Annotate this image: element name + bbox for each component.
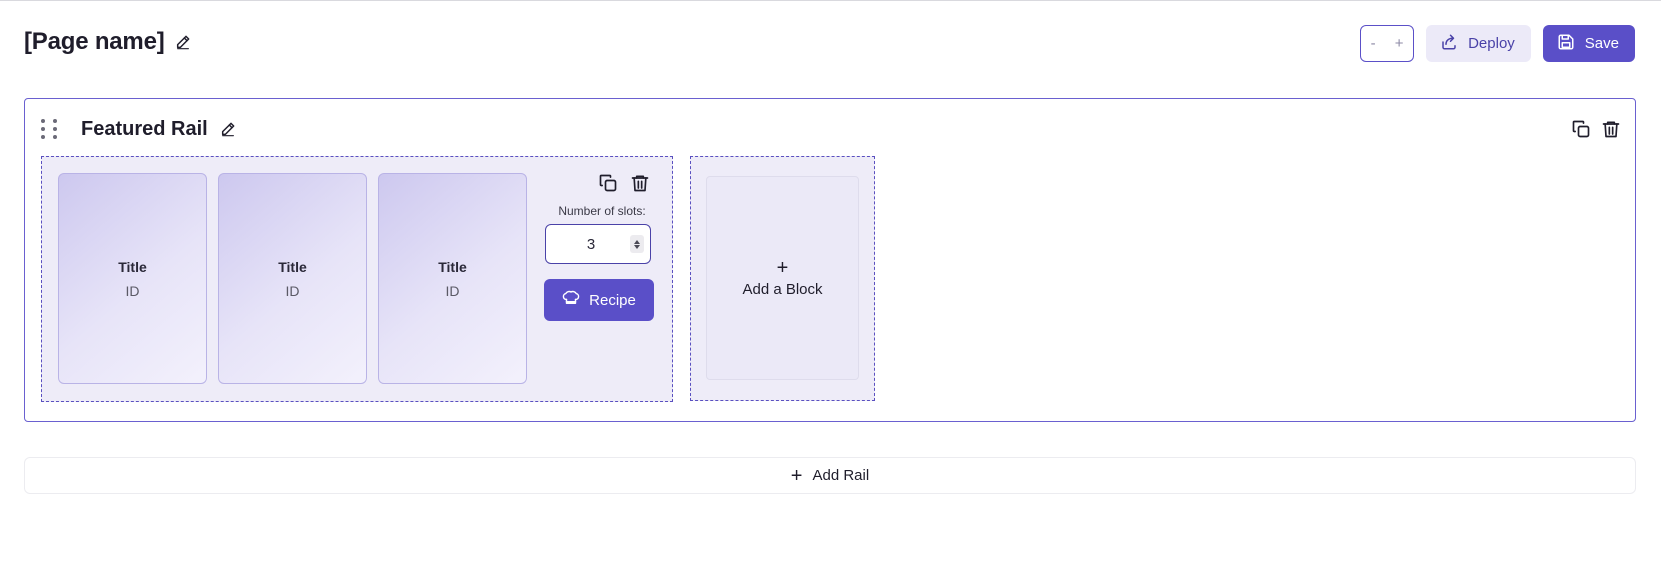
slot-card[interactable]: Title ID bbox=[218, 173, 367, 384]
delete-rail-trash-icon[interactable] bbox=[1601, 119, 1621, 139]
rail-header: Featured Rail bbox=[41, 117, 236, 141]
deploy-button[interactable]: Deploy bbox=[1426, 25, 1531, 62]
add-rail-label: Add Rail bbox=[812, 467, 870, 484]
add-rail-button[interactable]: + Add Rail bbox=[24, 457, 1636, 494]
duplicate-rail-copy-icon[interactable] bbox=[1571, 119, 1591, 139]
delete-block-trash-icon[interactable] bbox=[630, 173, 650, 193]
slot-card[interactable]: Title ID bbox=[378, 173, 527, 384]
slot-id: ID bbox=[285, 282, 300, 299]
chef-hat-icon bbox=[562, 289, 580, 311]
decrement-arrow-icon[interactable] bbox=[634, 244, 640, 249]
toolbar: - + Deploy Save bbox=[1360, 25, 1635, 62]
rail-block: Title ID Title ID Title ID Number of slo… bbox=[41, 156, 673, 402]
add-block-button[interactable]: + Add a Block bbox=[706, 176, 859, 380]
zoom-control: - + bbox=[1360, 25, 1415, 62]
add-block-label: Add a Block bbox=[742, 280, 823, 298]
featured-rail: Featured Rail Title ID Title ID Title ID bbox=[24, 98, 1636, 422]
slot-list: Title ID Title ID Title ID bbox=[58, 173, 527, 384]
zoom-in-button[interactable]: + bbox=[1391, 35, 1408, 52]
save-label: Save bbox=[1584, 35, 1619, 52]
edit-rail-name-pencil-icon[interactable] bbox=[220, 121, 236, 137]
slot-title: Title bbox=[438, 258, 467, 275]
slot-title: Title bbox=[278, 258, 307, 275]
floppy-disk-icon bbox=[1557, 33, 1575, 55]
page-header: [Page name] bbox=[24, 28, 191, 56]
recipe-button[interactable]: Recipe bbox=[544, 279, 654, 321]
save-button[interactable]: Save bbox=[1542, 25, 1635, 62]
slot-title: Title bbox=[118, 258, 147, 275]
recipe-label: Recipe bbox=[589, 291, 636, 309]
block-actions bbox=[598, 173, 650, 193]
slot-id: ID bbox=[125, 282, 140, 299]
increment-arrow-icon[interactable] bbox=[634, 239, 640, 244]
rail-title: Featured Rail bbox=[81, 117, 208, 140]
drag-handle-icon[interactable] bbox=[41, 117, 59, 141]
number-of-slots-stepper[interactable] bbox=[545, 224, 651, 264]
top-border bbox=[0, 0, 1661, 1]
plus-icon: + bbox=[790, 464, 803, 487]
slot-card[interactable]: Title ID bbox=[58, 173, 207, 384]
slot-id: ID bbox=[445, 282, 460, 299]
duplicate-block-copy-icon[interactable] bbox=[598, 173, 618, 193]
number-of-slots-input[interactable] bbox=[546, 235, 626, 253]
zoom-out-button[interactable]: - bbox=[1367, 35, 1380, 52]
stepper-arrows-icon[interactable] bbox=[630, 235, 644, 253]
deploy-label: Deploy bbox=[1468, 35, 1515, 52]
number-of-slots-label: Number of slots: bbox=[558, 204, 646, 218]
plus-icon: + bbox=[776, 256, 789, 279]
rail-actions bbox=[1571, 119, 1621, 139]
page-title: [Page name] bbox=[24, 28, 165, 55]
edit-page-name-pencil-icon[interactable] bbox=[175, 34, 191, 50]
add-block-dropzone: + Add a Block bbox=[690, 156, 875, 401]
share-icon bbox=[1440, 33, 1458, 55]
